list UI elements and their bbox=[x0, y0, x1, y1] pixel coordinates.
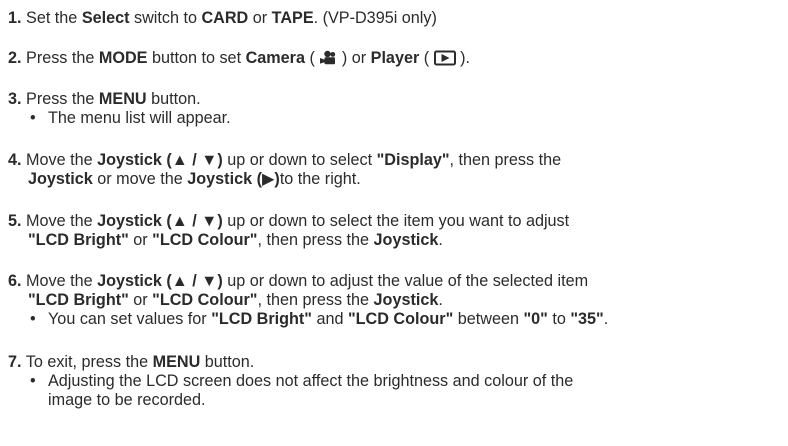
step-number: 2. bbox=[8, 49, 22, 67]
step-text: up or down to select the item you want t… bbox=[222, 212, 570, 230]
step-text: or bbox=[248, 9, 272, 27]
step-text: up or down to select bbox=[222, 151, 377, 169]
step-text: button. bbox=[200, 353, 255, 371]
step-5-line-2: "LCD Bright" or "LCD Colour", then press… bbox=[8, 231, 784, 250]
bullet-text: The menu list will appear. bbox=[48, 109, 231, 127]
step-text: , then press the bbox=[257, 231, 374, 249]
bullet-icon: • bbox=[30, 372, 36, 390]
step-2-line: 2. Press the MODE button to set Camera (… bbox=[8, 49, 784, 68]
step-text: . (VP-D395i only) bbox=[313, 9, 437, 27]
step-text: Move the bbox=[26, 212, 98, 230]
step-text: Move the bbox=[26, 272, 98, 290]
bullet-icon: • bbox=[30, 310, 36, 328]
step-text: , then press the bbox=[449, 151, 562, 169]
player-mode-icon bbox=[433, 50, 456, 66]
step-text: ). bbox=[455, 49, 471, 67]
step-text: ( bbox=[304, 49, 320, 67]
step-text: or bbox=[128, 291, 153, 309]
step-text: Set the bbox=[26, 9, 82, 27]
joystick-right-label: Joystick (▶) bbox=[187, 170, 280, 188]
step-text: To exit, press the bbox=[25, 353, 153, 371]
step-text: ( bbox=[419, 49, 434, 67]
menu-button-label: MENU bbox=[98, 90, 147, 108]
joystick-label: Joystick bbox=[373, 231, 439, 249]
mode-button-label: MODE bbox=[98, 49, 148, 67]
step-number: 7. bbox=[8, 353, 22, 371]
joystick-up-down-label: Joystick (▲ / ▼) bbox=[97, 151, 223, 169]
step-number: 6. bbox=[8, 272, 22, 290]
bullet-item: • You can set values for "LCD Bright" an… bbox=[8, 310, 784, 329]
step-text: or move the bbox=[92, 170, 188, 188]
step-4-line-1: 4. Move the Joystick (▲ / ▼) up or down … bbox=[8, 151, 784, 170]
step-7: 7. To exit, press the MENU button. • Adj… bbox=[8, 353, 784, 410]
step-6: 6. Move the Joystick (▲ / ▼) up or down … bbox=[8, 272, 784, 329]
camera-mode-icon bbox=[319, 50, 337, 66]
bullet-icon: • bbox=[30, 109, 36, 127]
joystick-label: Joystick bbox=[373, 291, 439, 309]
tape-option: TAPE bbox=[271, 9, 314, 27]
step-number: 1. bbox=[8, 9, 22, 27]
bullet-item: • Adjusting the LCD screen does not affe… bbox=[8, 372, 784, 391]
step-text: switch to bbox=[129, 9, 202, 27]
step-text: Press the bbox=[26, 90, 99, 108]
step-7-line: 7. To exit, press the MENU button. bbox=[8, 353, 784, 372]
lcd-bright-option: "LCD Bright" bbox=[28, 291, 129, 309]
bullet-item: • The menu list will appear. bbox=[8, 109, 784, 128]
bullet-continuation: image to be recorded. bbox=[48, 391, 206, 409]
step-number: 5. bbox=[8, 212, 22, 230]
lcd-colour-option: "LCD Colour" bbox=[347, 310, 454, 328]
step-text: Move the bbox=[26, 151, 98, 169]
step-text: button to set bbox=[147, 49, 246, 67]
bullet-text: You can set values for bbox=[48, 310, 212, 328]
lcd-bright-option: "LCD Bright" bbox=[211, 310, 312, 328]
step-number: 3. bbox=[8, 90, 22, 108]
step-text: to the right. bbox=[279, 170, 361, 188]
step-text: . bbox=[438, 231, 443, 249]
instruction-page: 1. Set the Select switch to CARD or TAPE… bbox=[0, 0, 788, 446]
step-5: 5. Move the Joystick (▲ / ▼) up or down … bbox=[8, 212, 784, 250]
min-value: "0" bbox=[523, 310, 548, 328]
step-4-line-2: Joystick or move the Joystick (▶)to the … bbox=[8, 170, 784, 189]
step-text: , then press the bbox=[257, 291, 374, 309]
lcd-colour-option: "LCD Colour" bbox=[152, 231, 258, 249]
lcd-bright-option: "LCD Bright" bbox=[28, 231, 129, 249]
step-1-line: 1. Set the Select switch to CARD or TAPE… bbox=[8, 9, 784, 28]
step-text: ) or bbox=[337, 49, 371, 67]
joystick-up-down-label: Joystick (▲ / ▼) bbox=[97, 212, 223, 230]
bullet-text: and bbox=[311, 310, 348, 328]
display-option: "Display" bbox=[376, 151, 450, 169]
step-text: button. bbox=[146, 90, 201, 108]
card-option: CARD bbox=[201, 9, 249, 27]
step-number: 4. bbox=[8, 151, 22, 169]
step-5-line-1: 5. Move the Joystick (▲ / ▼) up or down … bbox=[8, 212, 784, 231]
max-value: "35" bbox=[570, 310, 604, 328]
step-1: 1. Set the Select switch to CARD or TAPE… bbox=[8, 9, 784, 28]
joystick-label: Joystick bbox=[28, 170, 93, 188]
lcd-colour-option: "LCD Colour" bbox=[152, 291, 258, 309]
step-6-line-1: 6. Move the Joystick (▲ / ▼) up or down … bbox=[8, 272, 784, 291]
joystick-up-down-label: Joystick (▲ / ▼) bbox=[97, 272, 223, 290]
bullet-text: to bbox=[547, 310, 571, 328]
bullet-text: Adjusting the LCD screen does not affect… bbox=[48, 372, 574, 390]
step-text: Press the bbox=[26, 49, 99, 67]
step-3-line: 3. Press the MENU button. bbox=[8, 90, 784, 109]
select-switch-label: Select bbox=[81, 9, 130, 27]
bullet-text: . bbox=[603, 310, 609, 328]
step-text: up or down to adjust the value of the se… bbox=[222, 272, 589, 290]
step-text: or bbox=[128, 231, 153, 249]
step-text: . bbox=[438, 291, 443, 309]
player-mode-label: Player bbox=[370, 49, 420, 67]
step-4: 4. Move the Joystick (▲ / ▼) up or down … bbox=[8, 151, 784, 189]
step-6-line-2: "LCD Bright" or "LCD Colour", then press… bbox=[8, 291, 784, 310]
camera-mode-label: Camera bbox=[245, 49, 305, 67]
step-2: 2. Press the MODE button to set Camera (… bbox=[8, 49, 784, 68]
bullet-text: between bbox=[453, 310, 524, 328]
menu-button-label: MENU bbox=[152, 353, 201, 371]
step-3: 3. Press the MENU button. • The menu lis… bbox=[8, 90, 784, 128]
